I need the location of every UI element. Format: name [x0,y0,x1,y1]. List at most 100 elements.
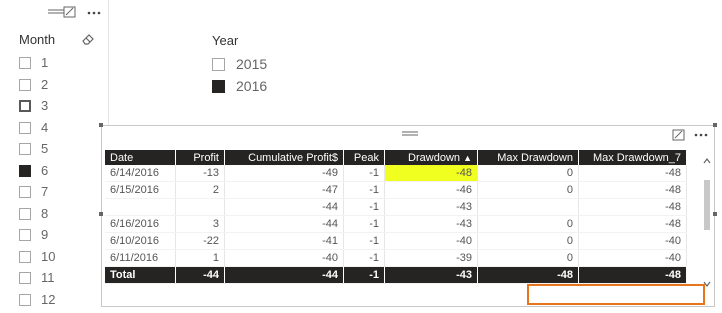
month-option-label: 6 [41,162,49,178]
scrollbar-thumb [704,180,710,230]
checkbox[interactable] [19,121,31,134]
table-cell: -40 [224,249,344,267]
table-cell: -22 [175,232,225,250]
checkbox[interactable] [19,207,31,220]
month-slicer: Month 1 2 3 4 5 6 7 8 9 10 11 12 [0,0,108,313]
table-cell: -44 [224,215,344,233]
month-slicer-title: Month [19,32,56,47]
table-cell: -47 [224,181,344,199]
checkbox[interactable] [19,293,31,306]
column-header-max-drawdown[interactable]: Max Drawdown [477,150,579,165]
checkbox[interactable] [19,250,31,263]
checkbox[interactable] [19,100,31,112]
table-total-row: Total -44 -44 -1 -43 -48 -48 [105,266,687,284]
resize-handle[interactable] [99,123,103,127]
table-cell: 0 [477,215,579,233]
table-header-row: Date Profit Cumulative Profit$ Peak Draw… [105,150,687,165]
month-option-label: 3 [41,98,49,113]
checkbox[interactable] [19,272,31,284]
data-table: Date Profit Cumulative Profit$ Peak Draw… [105,150,687,284]
month-option-label: 5 [41,141,49,156]
column-header-max-drawdown-7[interactable]: Max Drawdown_7 [578,150,687,165]
month-option-label: 8 [41,205,49,221]
table-cell: -1 [343,181,385,199]
month-option-label: 9 [41,227,49,242]
drag-handle-icon[interactable] [400,129,420,139]
resize-handle[interactable] [99,212,103,216]
checkbox[interactable] [212,80,225,93]
table-cell [477,198,579,216]
table-row: 6/11/2016 1 -40 -1 -39 0 -40 [105,249,687,267]
column-header-peak[interactable]: Peak [343,150,385,165]
table-row: 6/14/2016 -13 -49 -1 -48 0 -48 [105,165,687,182]
table-cell: -40 [578,249,687,267]
focus-mode-icon[interactable] [671,128,687,142]
table-cell: -43 [384,215,478,233]
checkbox[interactable] [19,186,31,198]
table-cell: -1 [343,249,385,267]
table-cell: -40 [384,232,478,250]
table-cell [175,198,225,216]
table-cell: -46 [384,181,478,199]
table-row: -44 -1 -43 -48 [105,198,687,216]
total-cell: -43 [384,266,478,284]
table-cell: 0 [477,165,579,182]
checkbox[interactable] [19,229,31,241]
year-option-label: 2016 [236,78,268,94]
column-header-drawdown[interactable]: Drawdown ▲ [384,150,478,165]
checkbox[interactable] [19,78,31,91]
eraser-icon[interactable] [80,32,96,46]
total-cell: -44 [224,266,344,284]
month-option-label: 1 [41,55,49,70]
table-row: 6/16/2016 3 -44 -1 -43 0 -48 [105,215,687,233]
year-slicer-title: Year [212,33,239,48]
table-cell: -48 [578,165,687,182]
table-cell: -48 [578,215,687,233]
vertical-scrollbar[interactable] [701,152,713,302]
total-cell: -1 [343,266,385,284]
checkbox[interactable] [19,143,31,155]
sort-ascending-icon: ▲ [463,152,472,163]
table-cell: 2 [175,181,225,199]
table-cell: 0 [477,249,579,267]
scrollbar-arrows[interactable] [701,152,713,302]
checkbox[interactable] [212,58,225,71]
month-option-label: 2 [41,76,49,92]
table-cell: 0 [477,232,579,250]
table-cell: -1 [343,198,385,216]
table-row: 6/10/2016 -22 -41 -1 -40 0 -40 [105,232,687,250]
checkbox[interactable] [19,164,31,177]
table-cell: -44 [224,198,344,216]
total-cell: -48 [477,266,579,284]
table-cell: -1 [343,232,385,250]
scroll-up-icon [703,158,711,164]
table-body: 6/14/2016 -13 -49 -1 -48 0 -48 6/15/2016 2 -47 -1-… [105,165,687,267]
month-option-label: 4 [41,119,49,135]
table-cell: -40 [578,232,687,250]
column-header-profit[interactable]: Profit [175,150,225,165]
table-cell: 0 [477,181,579,199]
table-cell: 6/10/2016 [105,232,176,250]
table-cell: -48 [578,181,687,199]
table-cell: 3 [175,215,225,233]
table-row: 6/15/2016 2 -47 -1 -46 0 -48 [105,181,687,199]
total-label: Total [105,266,176,284]
checkbox[interactable] [19,57,31,69]
slicer-header-icons [46,6,106,20]
more-options-icon[interactable] [693,128,709,142]
table-cell: -13 [175,165,225,182]
column-header-cumulative-profit[interactable]: Cumulative Profit$ [224,150,344,165]
table-cell: -1 [343,215,385,233]
month-option-label: 7 [41,184,49,199]
table-cell: 1 [175,249,225,267]
year-option-label: 2015 [236,56,268,72]
column-header-date[interactable]: Date [105,150,176,165]
total-cell: -44 [175,266,225,284]
table-cell: 6/15/2016 [105,181,176,199]
resize-handle[interactable] [713,212,717,216]
table-cell: -1 [343,165,385,182]
table-cell: -41 [224,232,344,250]
more-options-icon[interactable] [86,6,102,20]
month-option-label: 10 [41,248,56,264]
resize-handle[interactable] [713,123,717,127]
